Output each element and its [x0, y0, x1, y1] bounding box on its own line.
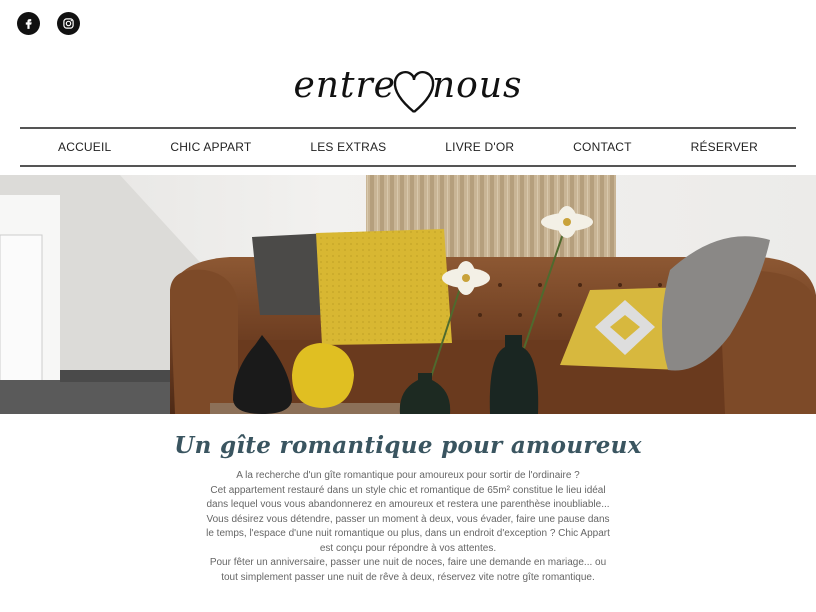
nav-item-chic-appart[interactable]: CHIC APPART: [170, 140, 251, 154]
main-nav: ACCUEIL CHIC APPART LES EXTRAS LIVRE D'O…: [20, 127, 796, 167]
nav-item-accueil[interactable]: ACCUEIL: [58, 140, 111, 154]
nav-item-livre-dor[interactable]: LIVRE D'OR: [445, 140, 514, 154]
hero-image: [0, 175, 816, 414]
intro-section: Un gîte romantique pour amoureux A la re…: [0, 432, 816, 585]
intro-paragraph: A la recherche d'un gîte romantique pour…: [203, 469, 613, 585]
facebook-icon[interactable]: [17, 12, 40, 35]
heart-icon: [393, 71, 435, 113]
intro-line: A la recherche d'un gîte romantique pour…: [236, 470, 580, 481]
logo-text-right: nous: [431, 65, 523, 106]
intro-line: Pour fêter un anniversaire, passer une n…: [209, 557, 607, 583]
nav-item-reserver[interactable]: RÉSERVER: [691, 140, 758, 154]
page-title: Un gîte romantique pour amoureux: [174, 432, 642, 459]
nav-item-contact[interactable]: CONTACT: [573, 140, 632, 154]
nav-item-les-extras[interactable]: LES EXTRAS: [310, 140, 386, 154]
site-logo[interactable]: entre nous: [0, 58, 816, 114]
instagram-icon[interactable]: [57, 12, 80, 35]
logo-text-left: entre: [293, 65, 396, 106]
social-links: [17, 12, 80, 35]
intro-line: Vous désirez vous détendre, passer un mo…: [206, 513, 610, 554]
intro-line: Cet appartement restauré dans un style c…: [206, 484, 610, 511]
